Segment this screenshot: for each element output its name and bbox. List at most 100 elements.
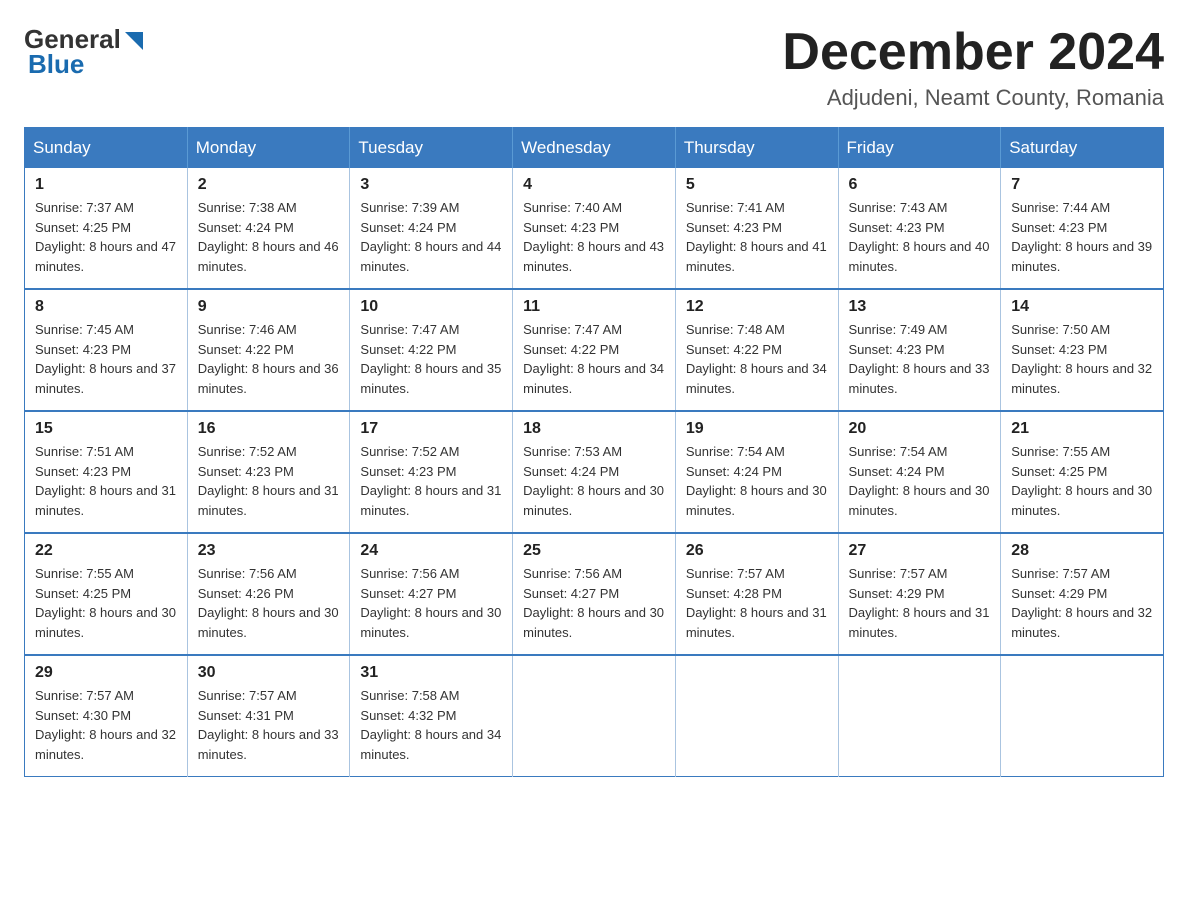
day-number: 15 [35,420,177,438]
day-info: Sunrise: 7:37 AM Sunset: 4:25 PM Dayligh… [35,198,177,276]
calendar-day-header: Thursday [675,128,838,169]
day-number: 12 [686,298,828,316]
calendar-day-cell: 21 Sunrise: 7:55 AM Sunset: 4:25 PM Dayl… [1001,411,1164,533]
day-info: Sunrise: 7:52 AM Sunset: 4:23 PM Dayligh… [198,442,340,520]
calendar-day-cell: 12 Sunrise: 7:48 AM Sunset: 4:22 PM Dayl… [675,289,838,411]
calendar-day-cell: 26 Sunrise: 7:57 AM Sunset: 4:28 PM Dayl… [675,533,838,655]
calendar-day-cell: 2 Sunrise: 7:38 AM Sunset: 4:24 PM Dayli… [187,168,350,289]
day-number: 31 [360,664,502,682]
calendar-day-cell: 4 Sunrise: 7:40 AM Sunset: 4:23 PM Dayli… [513,168,676,289]
calendar-week-row: 29 Sunrise: 7:57 AM Sunset: 4:30 PM Dayl… [25,655,1164,777]
calendar-day-cell: 20 Sunrise: 7:54 AM Sunset: 4:24 PM Dayl… [838,411,1001,533]
calendar-day-cell: 22 Sunrise: 7:55 AM Sunset: 4:25 PM Dayl… [25,533,188,655]
calendar-day-cell: 18 Sunrise: 7:53 AM Sunset: 4:24 PM Dayl… [513,411,676,533]
calendar-day-cell: 31 Sunrise: 7:58 AM Sunset: 4:32 PM Dayl… [350,655,513,777]
day-info: Sunrise: 7:58 AM Sunset: 4:32 PM Dayligh… [360,686,502,764]
day-number: 22 [35,542,177,560]
calendar-day-cell: 8 Sunrise: 7:45 AM Sunset: 4:23 PM Dayli… [25,289,188,411]
day-number: 5 [686,176,828,194]
calendar-day-cell [513,655,676,777]
calendar-day-cell: 28 Sunrise: 7:57 AM Sunset: 4:29 PM Dayl… [1001,533,1164,655]
calendar-day-header: Monday [187,128,350,169]
calendar-day-cell: 16 Sunrise: 7:52 AM Sunset: 4:23 PM Dayl… [187,411,350,533]
calendar-day-cell: 14 Sunrise: 7:50 AM Sunset: 4:23 PM Dayl… [1001,289,1164,411]
calendar-day-cell: 27 Sunrise: 7:57 AM Sunset: 4:29 PM Dayl… [838,533,1001,655]
logo-arrow-icon [123,30,145,52]
day-info: Sunrise: 7:47 AM Sunset: 4:22 PM Dayligh… [523,320,665,398]
calendar-table: SundayMondayTuesdayWednesdayThursdayFrid… [24,127,1164,777]
day-info: Sunrise: 7:38 AM Sunset: 4:24 PM Dayligh… [198,198,340,276]
day-info: Sunrise: 7:55 AM Sunset: 4:25 PM Dayligh… [1011,442,1153,520]
calendar-week-row: 22 Sunrise: 7:55 AM Sunset: 4:25 PM Dayl… [25,533,1164,655]
day-number: 23 [198,542,340,560]
day-info: Sunrise: 7:51 AM Sunset: 4:23 PM Dayligh… [35,442,177,520]
calendar-day-cell: 17 Sunrise: 7:52 AM Sunset: 4:23 PM Dayl… [350,411,513,533]
calendar-day-cell: 30 Sunrise: 7:57 AM Sunset: 4:31 PM Dayl… [187,655,350,777]
day-info: Sunrise: 7:57 AM Sunset: 4:31 PM Dayligh… [198,686,340,764]
day-info: Sunrise: 7:57 AM Sunset: 4:29 PM Dayligh… [849,564,991,642]
day-number: 24 [360,542,502,560]
day-number: 7 [1011,176,1153,194]
day-info: Sunrise: 7:52 AM Sunset: 4:23 PM Dayligh… [360,442,502,520]
calendar-day-cell: 24 Sunrise: 7:56 AM Sunset: 4:27 PM Dayl… [350,533,513,655]
day-number: 3 [360,176,502,194]
calendar-day-header: Tuesday [350,128,513,169]
day-info: Sunrise: 7:57 AM Sunset: 4:28 PM Dayligh… [686,564,828,642]
day-number: 4 [523,176,665,194]
calendar-day-cell: 3 Sunrise: 7:39 AM Sunset: 4:24 PM Dayli… [350,168,513,289]
day-info: Sunrise: 7:53 AM Sunset: 4:24 PM Dayligh… [523,442,665,520]
calendar-day-cell: 9 Sunrise: 7:46 AM Sunset: 4:22 PM Dayli… [187,289,350,411]
day-info: Sunrise: 7:55 AM Sunset: 4:25 PM Dayligh… [35,564,177,642]
day-number: 28 [1011,542,1153,560]
calendar-day-cell: 13 Sunrise: 7:49 AM Sunset: 4:23 PM Dayl… [838,289,1001,411]
day-info: Sunrise: 7:41 AM Sunset: 4:23 PM Dayligh… [686,198,828,276]
day-number: 8 [35,298,177,316]
day-number: 2 [198,176,340,194]
day-number: 20 [849,420,991,438]
page-header: General Blue December 2024 Adjudeni, Nea… [24,24,1164,111]
day-info: Sunrise: 7:46 AM Sunset: 4:22 PM Dayligh… [198,320,340,398]
calendar-day-header: Saturday [1001,128,1164,169]
calendar-day-cell: 29 Sunrise: 7:57 AM Sunset: 4:30 PM Dayl… [25,655,188,777]
calendar-week-row: 1 Sunrise: 7:37 AM Sunset: 4:25 PM Dayli… [25,168,1164,289]
day-number: 16 [198,420,340,438]
calendar-week-row: 15 Sunrise: 7:51 AM Sunset: 4:23 PM Dayl… [25,411,1164,533]
day-info: Sunrise: 7:40 AM Sunset: 4:23 PM Dayligh… [523,198,665,276]
day-number: 9 [198,298,340,316]
day-number: 6 [849,176,991,194]
location-title: Adjudeni, Neamt County, Romania [782,85,1164,111]
month-title: December 2024 [782,24,1164,81]
day-number: 25 [523,542,665,560]
calendar-day-header: Sunday [25,128,188,169]
logo-blue-text: Blue [28,49,84,80]
day-info: Sunrise: 7:43 AM Sunset: 4:23 PM Dayligh… [849,198,991,276]
calendar-day-cell: 19 Sunrise: 7:54 AM Sunset: 4:24 PM Dayl… [675,411,838,533]
day-number: 18 [523,420,665,438]
calendar-day-cell: 7 Sunrise: 7:44 AM Sunset: 4:23 PM Dayli… [1001,168,1164,289]
day-number: 19 [686,420,828,438]
day-info: Sunrise: 7:47 AM Sunset: 4:22 PM Dayligh… [360,320,502,398]
day-number: 1 [35,176,177,194]
day-number: 17 [360,420,502,438]
day-number: 10 [360,298,502,316]
calendar-day-cell [1001,655,1164,777]
day-number: 26 [686,542,828,560]
calendar-day-cell: 1 Sunrise: 7:37 AM Sunset: 4:25 PM Dayli… [25,168,188,289]
calendar-day-cell: 15 Sunrise: 7:51 AM Sunset: 4:23 PM Dayl… [25,411,188,533]
calendar-day-cell: 11 Sunrise: 7:47 AM Sunset: 4:22 PM Dayl… [513,289,676,411]
day-info: Sunrise: 7:57 AM Sunset: 4:30 PM Dayligh… [35,686,177,764]
day-number: 29 [35,664,177,682]
calendar-day-cell: 10 Sunrise: 7:47 AM Sunset: 4:22 PM Dayl… [350,289,513,411]
calendar-day-cell: 6 Sunrise: 7:43 AM Sunset: 4:23 PM Dayli… [838,168,1001,289]
day-number: 11 [523,298,665,316]
calendar-day-cell: 25 Sunrise: 7:56 AM Sunset: 4:27 PM Dayl… [513,533,676,655]
day-number: 30 [198,664,340,682]
calendar-week-row: 8 Sunrise: 7:45 AM Sunset: 4:23 PM Dayli… [25,289,1164,411]
calendar-day-header: Wednesday [513,128,676,169]
day-info: Sunrise: 7:44 AM Sunset: 4:23 PM Dayligh… [1011,198,1153,276]
day-info: Sunrise: 7:45 AM Sunset: 4:23 PM Dayligh… [35,320,177,398]
calendar-day-cell: 23 Sunrise: 7:56 AM Sunset: 4:26 PM Dayl… [187,533,350,655]
day-info: Sunrise: 7:57 AM Sunset: 4:29 PM Dayligh… [1011,564,1153,642]
calendar-header-row: SundayMondayTuesdayWednesdayThursdayFrid… [25,128,1164,169]
calendar-day-cell: 5 Sunrise: 7:41 AM Sunset: 4:23 PM Dayli… [675,168,838,289]
